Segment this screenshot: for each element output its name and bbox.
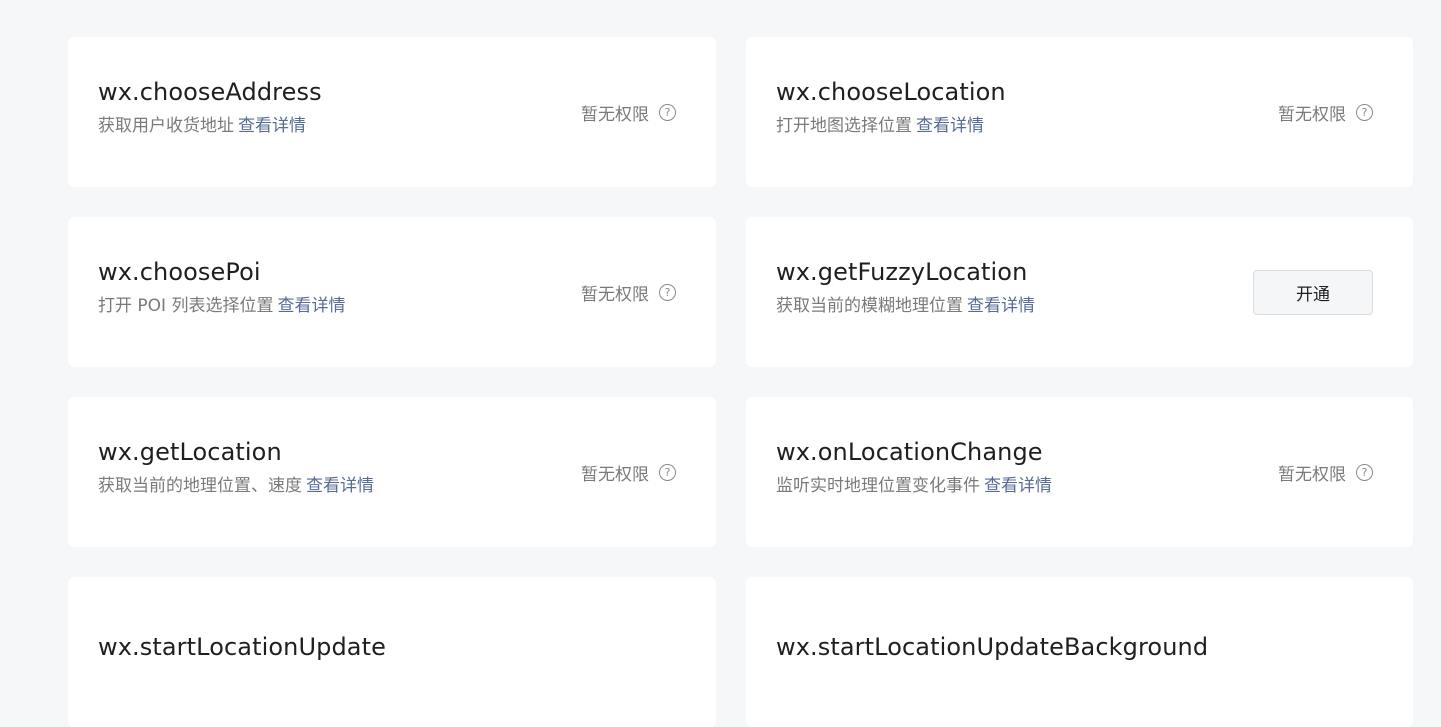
api-name: wx.chooseAddress bbox=[98, 78, 322, 106]
api-name: wx.getFuzzyLocation bbox=[776, 258, 1028, 286]
api-description-text: 获取用户收货地址 bbox=[98, 116, 234, 136]
view-details-link[interactable]: 查看详情 bbox=[306, 476, 374, 496]
no-permission-label: 暂无权限 bbox=[1278, 464, 1346, 485]
api-description-text: 打开地图选择位置 bbox=[776, 116, 912, 136]
api-description: 获取用户收货地址 查看详情 bbox=[98, 115, 322, 137]
api-card-get-fuzzy-location: wx.getFuzzyLocation 获取当前的模糊地理位置 查看详情 开通 bbox=[746, 217, 1413, 367]
api-name: wx.startLocationUpdateBackground bbox=[776, 633, 1209, 661]
permission-status: 暂无权限 ? bbox=[1278, 460, 1373, 485]
view-details-link[interactable]: 查看详情 bbox=[238, 116, 306, 136]
question-circle-icon[interactable]: ? bbox=[659, 103, 676, 121]
question-circle-icon[interactable]: ? bbox=[1356, 463, 1373, 481]
api-description-text: 打开 POI 列表选择位置 bbox=[98, 296, 274, 316]
permission-status: 暂无权限 ? bbox=[1278, 100, 1373, 125]
activate-button[interactable]: 开通 bbox=[1253, 269, 1373, 315]
api-description: 获取当前的模糊地理位置 查看详情 bbox=[776, 295, 1035, 317]
api-card-text: wx.getLocation 获取当前的地理位置、速度 查看详情 bbox=[98, 438, 374, 497]
view-details-link[interactable]: 查看详情 bbox=[967, 296, 1035, 316]
api-description-text: 获取当前的地理位置、速度 bbox=[98, 476, 302, 496]
api-card-text: wx.startLocationUpdateBackground bbox=[776, 633, 1208, 662]
no-permission-label: 暂无权限 bbox=[581, 284, 649, 305]
question-circle-icon[interactable]: ? bbox=[659, 463, 676, 481]
api-name: wx.getLocation bbox=[98, 438, 282, 466]
api-name: wx.chooseLocation bbox=[776, 78, 1006, 106]
permission-status: 暂无权限 ? bbox=[581, 280, 676, 305]
api-card-text: wx.chooseLocation 打开地图选择位置 查看详情 bbox=[776, 78, 1006, 137]
api-card-choose-location: wx.chooseLocation 打开地图选择位置 查看详情 暂无权限 ? bbox=[746, 37, 1413, 187]
api-name: wx.startLocationUpdate bbox=[98, 633, 386, 661]
no-permission-label: 暂无权限 bbox=[1278, 104, 1346, 125]
question-circle-icon[interactable]: ? bbox=[659, 283, 676, 301]
api-description-text: 监听实时地理位置变化事件 bbox=[776, 476, 980, 496]
api-description: 获取当前的地理位置、速度 查看详情 bbox=[98, 475, 374, 497]
api-description-text: 获取当前的模糊地理位置 bbox=[776, 296, 963, 316]
api-card-text: wx.startLocationUpdate bbox=[98, 633, 386, 662]
api-card-start-location-update: wx.startLocationUpdate bbox=[68, 577, 716, 727]
question-circle-icon[interactable]: ? bbox=[1356, 103, 1373, 121]
view-details-link[interactable]: 查看详情 bbox=[984, 476, 1052, 496]
api-name: wx.choosePoi bbox=[98, 258, 261, 286]
api-card-choose-address: wx.chooseAddress 获取用户收货地址 查看详情 暂无权限 ? bbox=[68, 37, 716, 187]
view-details-link[interactable]: 查看详情 bbox=[916, 116, 984, 136]
api-card-start-location-update-background: wx.startLocationUpdateBackground bbox=[746, 577, 1413, 727]
api-card-on-location-change: wx.onLocationChange 监听实时地理位置变化事件 查看详情 暂无权… bbox=[746, 397, 1413, 547]
api-name: wx.onLocationChange bbox=[776, 438, 1043, 466]
api-description: 监听实时地理位置变化事件 查看详情 bbox=[776, 475, 1052, 497]
api-card-grid: wx.chooseAddress 获取用户收货地址 查看详情 暂无权限 ? wx.… bbox=[68, 37, 1413, 727]
permission-status: 暂无权限 ? bbox=[581, 460, 676, 485]
api-card-text: wx.onLocationChange 监听实时地理位置变化事件 查看详情 bbox=[776, 438, 1052, 497]
no-permission-label: 暂无权限 bbox=[581, 104, 649, 125]
api-card-get-location: wx.getLocation 获取当前的地理位置、速度 查看详情 暂无权限 ? bbox=[68, 397, 716, 547]
api-card-text: wx.getFuzzyLocation 获取当前的模糊地理位置 查看详情 bbox=[776, 258, 1035, 317]
api-card-text: wx.choosePoi 打开 POI 列表选择位置 查看详情 bbox=[98, 258, 345, 317]
api-description: 打开地图选择位置 查看详情 bbox=[776, 115, 1006, 137]
view-details-link[interactable]: 查看详情 bbox=[277, 296, 345, 316]
api-card-choose-poi: wx.choosePoi 打开 POI 列表选择位置 查看详情 暂无权限 ? bbox=[68, 217, 716, 367]
permission-status: 暂无权限 ? bbox=[581, 100, 676, 125]
no-permission-label: 暂无权限 bbox=[581, 464, 649, 485]
api-description: 打开 POI 列表选择位置 查看详情 bbox=[98, 295, 345, 317]
api-card-text: wx.chooseAddress 获取用户收货地址 查看详情 bbox=[98, 78, 322, 137]
